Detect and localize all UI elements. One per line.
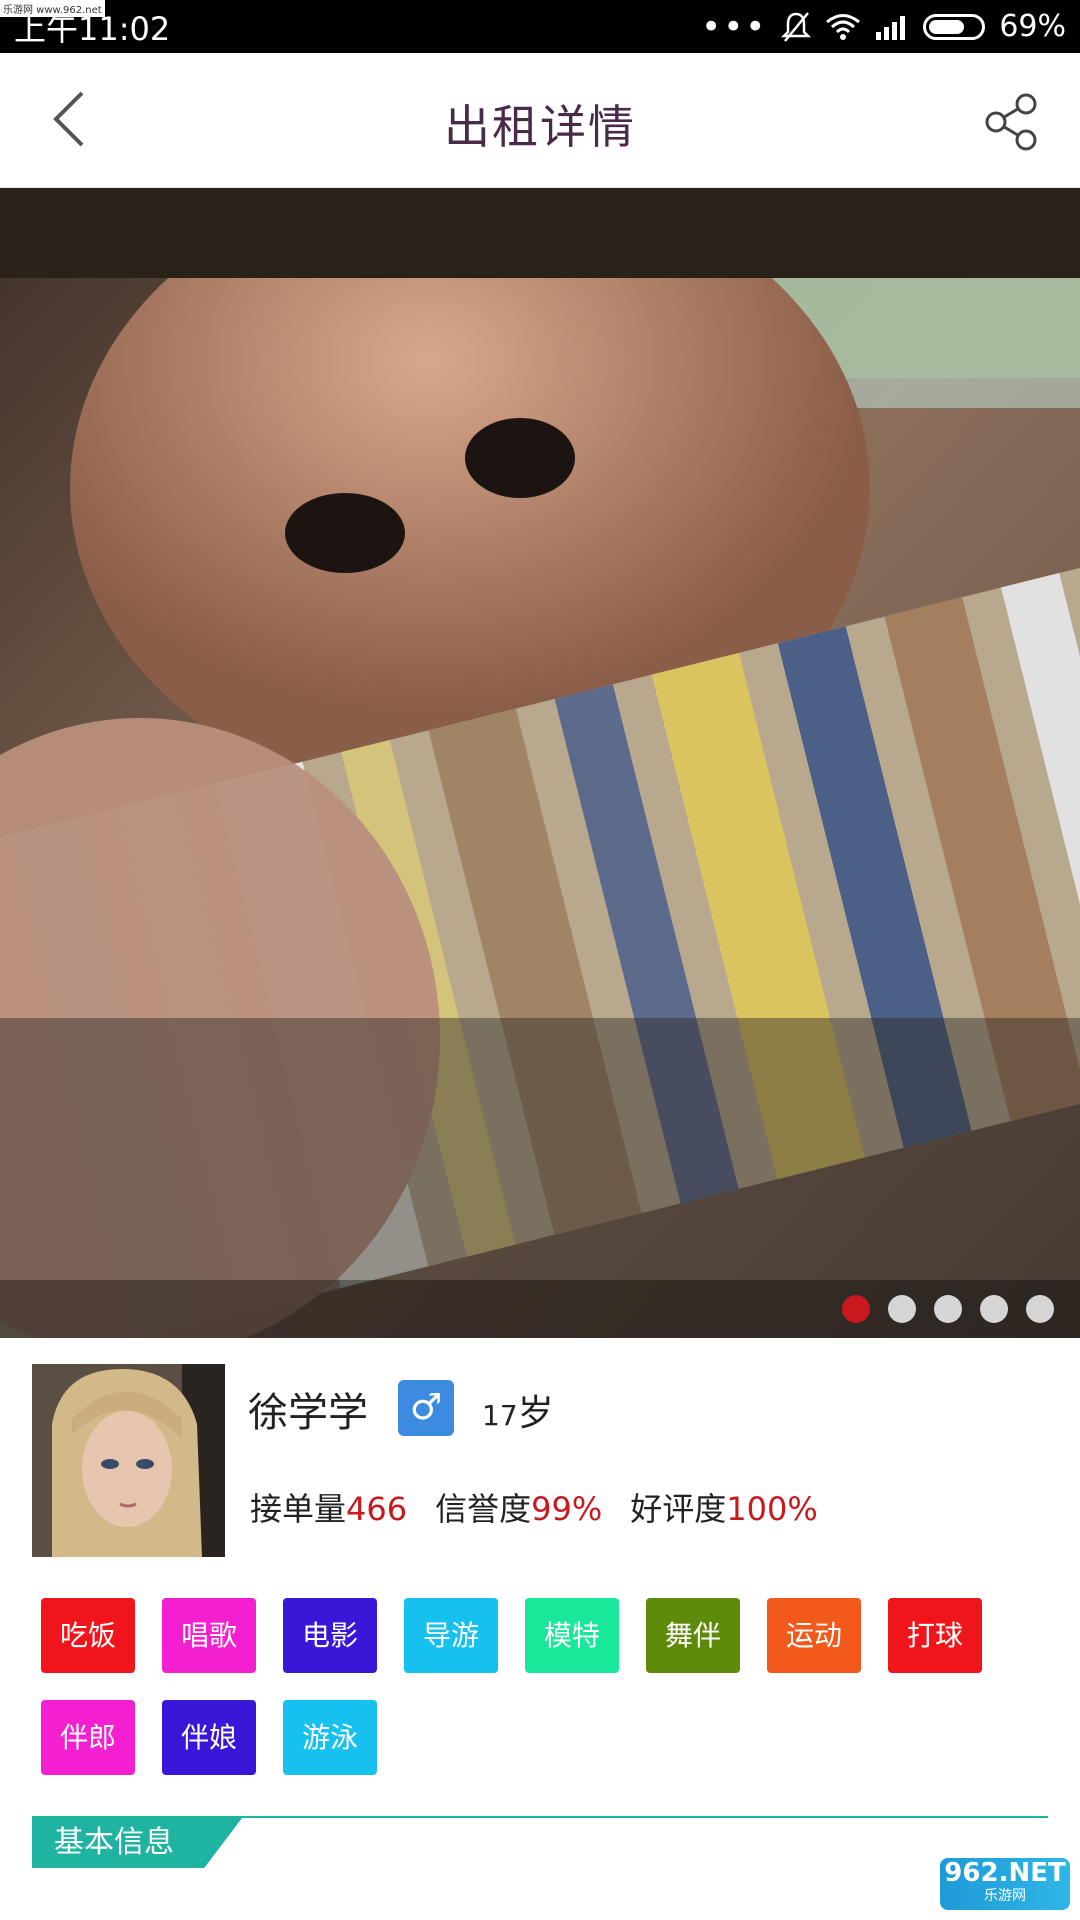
stat-label: 好评度: [630, 1490, 727, 1528]
carousel-dot[interactable]: [888, 1295, 916, 1323]
service-tag[interactable]: 运动: [767, 1598, 861, 1673]
section-divider: [32, 1816, 1048, 1818]
age-number: 17: [482, 1399, 518, 1432]
carousel-dot[interactable]: [980, 1295, 1008, 1323]
status-bar: 上午11:02 ••• 69%: [0, 0, 1080, 53]
top-watermark: 乐游网 www.962.net: [0, 0, 105, 17]
service-tag[interactable]: 模特: [525, 1598, 619, 1673]
carousel-dot[interactable]: [934, 1295, 962, 1323]
gender-male-icon: ♂: [398, 1380, 454, 1436]
battery-percent: 69%: [999, 9, 1066, 44]
service-tag[interactable]: 打球: [888, 1598, 982, 1673]
app-header: 出租详情: [0, 53, 1080, 188]
page-title: 出租详情: [444, 100, 636, 154]
service-tag[interactable]: 游泳: [283, 1700, 377, 1775]
stat-rating: 好评度100%: [630, 1484, 818, 1530]
carousel-dot[interactable]: [842, 1295, 870, 1323]
stat-orders: 接单量466: [250, 1484, 407, 1530]
section-title: 基本信息: [32, 1818, 242, 1868]
service-tag[interactable]: 吃饭: [41, 1598, 135, 1673]
service-tag[interactable]: 导游: [404, 1598, 498, 1673]
user-age: 17岁: [482, 1384, 554, 1436]
stat-value: 99%: [531, 1490, 603, 1528]
watermark-logo-text: 962.NET: [944, 1858, 1066, 1888]
stat-label: 接单量: [250, 1490, 347, 1528]
carousel-dot[interactable]: [1026, 1295, 1054, 1323]
service-tag[interactable]: 舞伴: [646, 1598, 740, 1673]
share-icon: [985, 93, 1037, 151]
battery-icon: [923, 13, 986, 40]
signal-icon: [876, 15, 906, 40]
mute-bell-icon: [781, 11, 812, 42]
stat-value: 466: [346, 1490, 408, 1528]
stat-value: 100%: [726, 1490, 818, 1528]
site-watermark: 962.NET 乐游网: [940, 1858, 1070, 1910]
basic-info-section: 基本信息: [32, 1816, 1048, 1872]
user-name: 徐学学: [248, 1390, 368, 1436]
avatar-image: [32, 1364, 225, 1557]
share-button[interactable]: [980, 91, 1042, 153]
photo-carousel[interactable]: [0, 188, 1080, 1338]
stats-row: 接单量466 信誉度99% 好评度100%: [250, 1484, 818, 1530]
status-icons: ••• 69%: [701, 9, 1066, 44]
more-dots-icon: •••: [701, 6, 768, 47]
wifi-icon: [826, 13, 861, 40]
service-tag[interactable]: 伴郎: [41, 1700, 135, 1775]
profile-photo: [0, 188, 1080, 1338]
age-unit: 岁: [517, 1393, 554, 1434]
avatar[interactable]: [32, 1364, 225, 1557]
service-tag[interactable]: 电影: [283, 1598, 377, 1673]
service-tag[interactable]: 唱歌: [162, 1598, 256, 1673]
carousel-pager: [0, 1280, 1080, 1338]
service-tag[interactable]: 伴娘: [162, 1700, 256, 1775]
battery-fill: [929, 19, 964, 34]
stat-label: 信誉度: [435, 1490, 532, 1528]
watermark-sub-text: 乐游网: [984, 1888, 1026, 1904]
stat-credit: 信誉度99%: [435, 1484, 602, 1530]
